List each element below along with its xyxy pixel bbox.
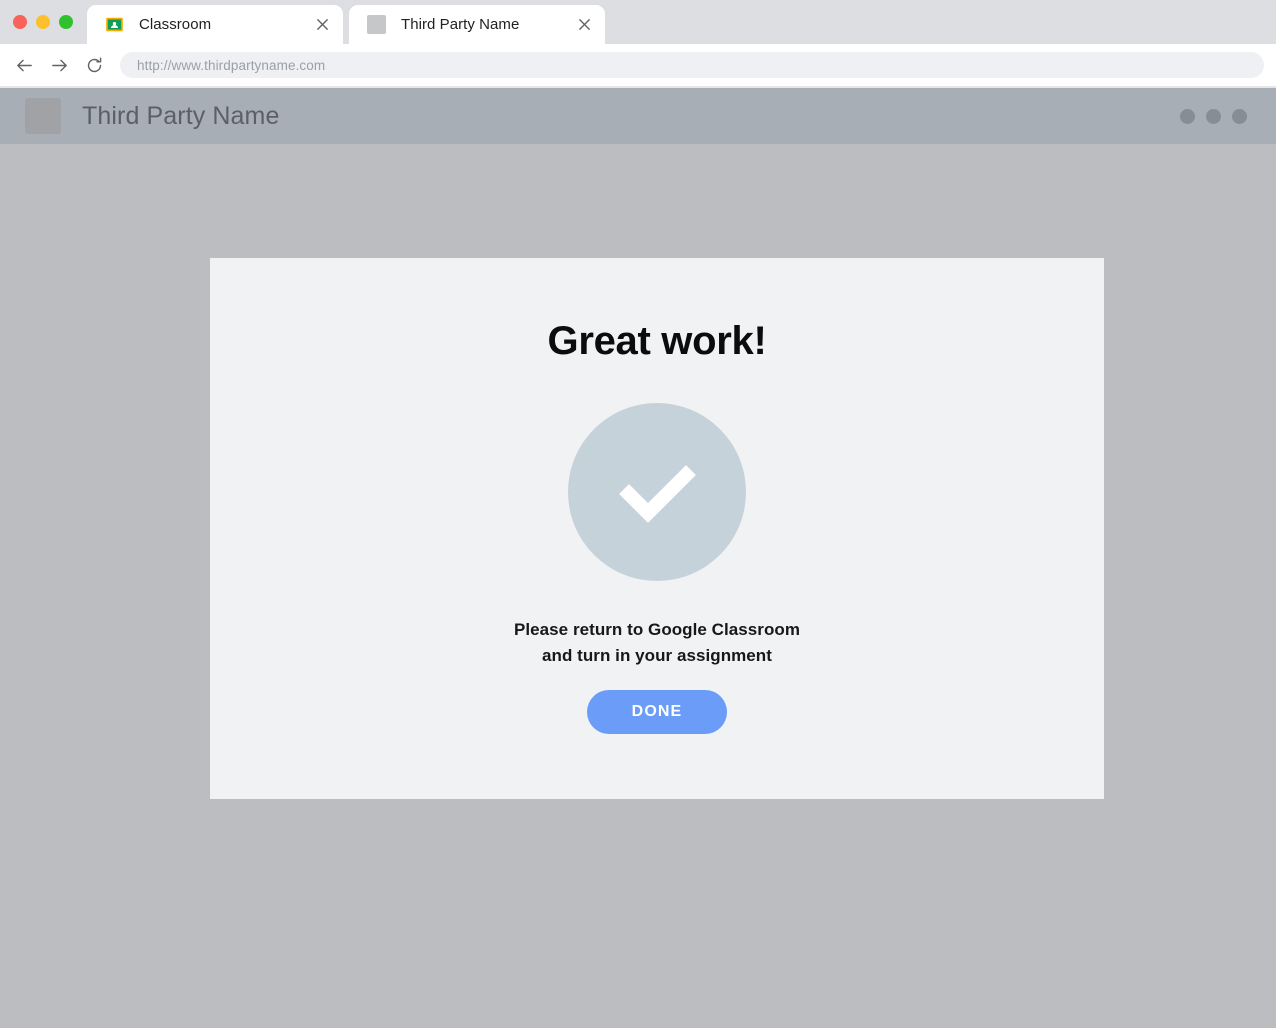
- site-menu-button[interactable]: [1180, 108, 1247, 124]
- done-button[interactable]: DONE: [587, 689, 727, 734]
- card-message-line-2: and turn in your assignment: [542, 646, 772, 666]
- browser-toolbar: http://www.thirdpartyname.com: [0, 44, 1276, 86]
- card-message-line-1: Please return to Google Classroom: [513, 620, 800, 639]
- checkmark-circle-icon: [568, 403, 746, 581]
- tab-third-party-name[interactable]: Third Party Name: [349, 5, 605, 44]
- tab-strip: Classroom Third Party Name: [0, 0, 1276, 44]
- site-title: Third Party Name: [82, 101, 280, 130]
- reload-icon: [87, 56, 101, 72]
- site-logo-icon: [25, 98, 61, 134]
- forward-button[interactable]: [46, 52, 72, 78]
- back-button[interactable]: [11, 52, 37, 78]
- tab-close-button[interactable]: [311, 14, 333, 36]
- three-dots-icon: [1206, 108, 1221, 124]
- arrow-left-icon: [16, 59, 32, 71]
- tab-close-button[interactable]: [573, 14, 595, 36]
- close-icon: [316, 18, 328, 31]
- arrow-right-icon: [51, 59, 67, 71]
- close-window-button[interactable]: [13, 15, 27, 29]
- site-header: Third Party Name: [0, 88, 1276, 144]
- tab-title: Third Party Name: [401, 16, 520, 33]
- three-dots-icon: [1180, 108, 1195, 124]
- page-body: Great work! Please return to Google Clas…: [0, 144, 1276, 1028]
- card-message: Please return to Google Classroom and tu…: [514, 617, 800, 670]
- completion-card: Great work! Please return to Google Clas…: [210, 258, 1104, 799]
- reload-button[interactable]: [81, 52, 107, 78]
- card-heading: Great work!: [547, 319, 767, 363]
- tab-list: Classroom Third Party Name: [87, 0, 611, 44]
- maximize-window-button[interactable]: [59, 15, 73, 29]
- browser-window: Classroom Third Party Name http://www.th…: [0, 0, 1276, 1028]
- page-viewport: Third Party Name Great work! Please retu…: [0, 88, 1276, 1028]
- google-classroom-icon: [106, 17, 123, 32]
- minimize-window-button[interactable]: [36, 15, 50, 29]
- placeholder-favicon-icon: [367, 15, 386, 34]
- url-text: http://www.thirdpartyname.com: [137, 57, 326, 73]
- address-bar[interactable]: http://www.thirdpartyname.com: [120, 52, 1264, 78]
- three-dots-icon: [1232, 108, 1247, 124]
- window-controls: [0, 0, 87, 44]
- tab-classroom[interactable]: Classroom: [87, 5, 343, 44]
- checkmark-icon: [619, 465, 696, 523]
- close-icon: [578, 18, 590, 31]
- tab-title: Classroom: [139, 16, 212, 33]
